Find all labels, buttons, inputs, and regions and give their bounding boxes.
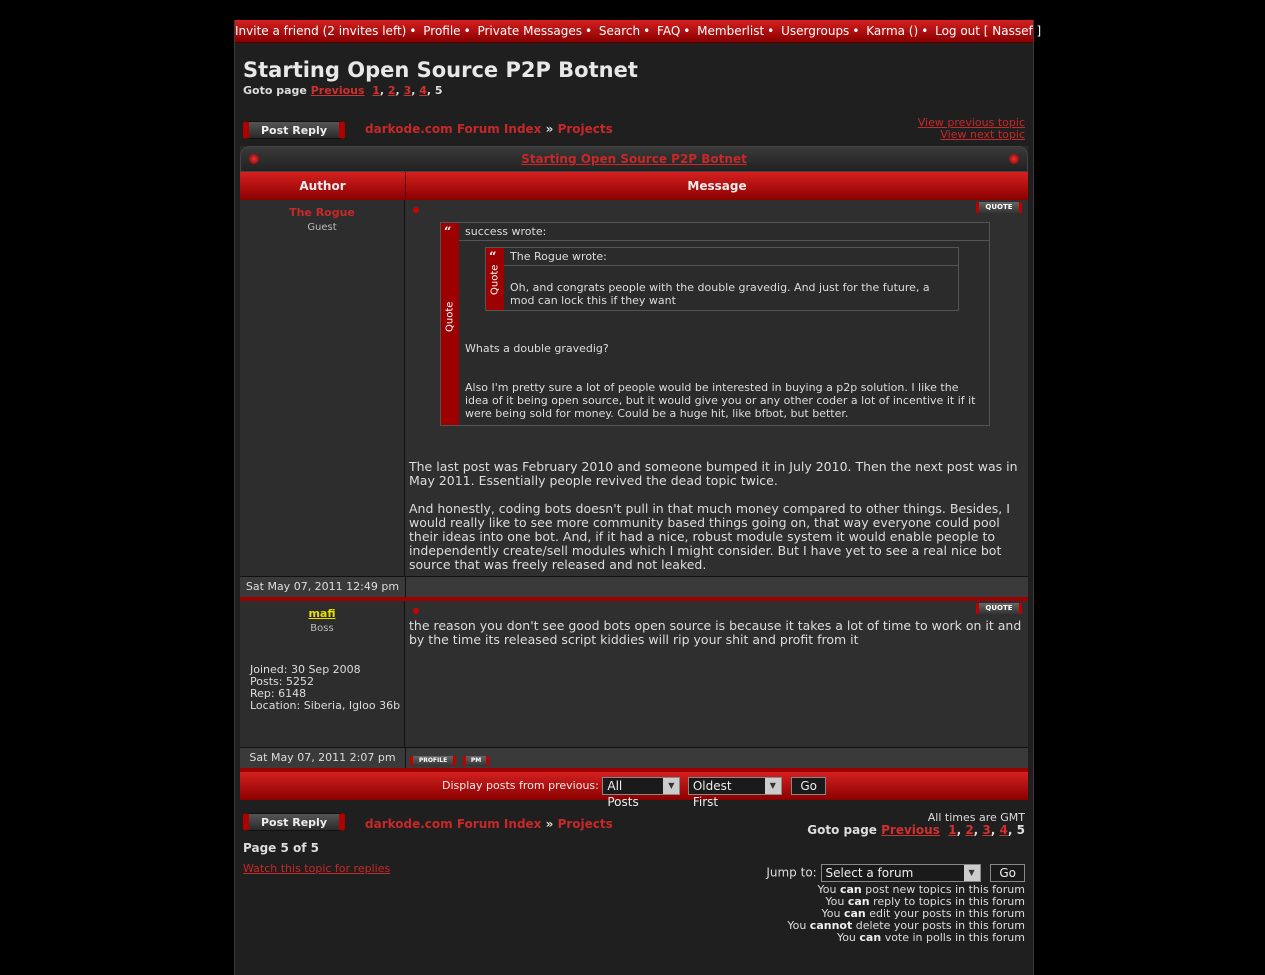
author-rank: Guest: [307, 222, 337, 233]
post-reply-button[interactable]: Post Reply: [243, 813, 345, 831]
nav-private-messages[interactable]: Private Messages: [477, 24, 582, 38]
breadcrumb-forum-index[interactable]: darkode.com Forum Index: [365, 122, 541, 136]
author-location: Location: Siberia, Igloo 36b: [250, 699, 401, 712]
post-reply-button[interactable]: Post Reply: [243, 121, 345, 139]
breadcrumb-forum-index[interactable]: darkode.com Forum Index: [365, 817, 541, 831]
red-orb-icon: [1009, 154, 1019, 164]
author-name[interactable]: The Rogue: [240, 206, 404, 219]
goto-page-2[interactable]: 2: [388, 84, 396, 97]
display-options-bar: Display posts from previous: All Posts ▼ …: [240, 772, 1028, 809]
nav-karma[interactable]: Karma (): [866, 24, 918, 38]
breadcrumb: darkode.com Forum Index » Projects: [365, 122, 613, 136]
author-column-header: Author: [240, 172, 406, 200]
message-column-header: Message: [687, 179, 747, 193]
current-page: 5: [434, 84, 443, 97]
post-date: Sat May 07, 2011 12:49 pm: [240, 577, 406, 597]
goto-page-4[interactable]: 4: [1000, 823, 1008, 837]
goto-previous-link[interactable]: Previous: [311, 84, 365, 97]
goto-page-1[interactable]: 1: [372, 84, 380, 97]
breadcrumb-projects[interactable]: Projects: [558, 817, 613, 831]
column-headers: Author Message: [240, 172, 1028, 200]
goto-page-1[interactable]: 1: [948, 823, 956, 837]
goto-page-2[interactable]: 2: [965, 823, 973, 837]
goto-page-4[interactable]: 4: [419, 84, 427, 97]
jump-go-button[interactable]: Go: [990, 864, 1025, 882]
quote-label: Quote: [489, 264, 501, 295]
chevron-down-icon: ▼: [663, 778, 680, 794]
watch-topic-link[interactable]: Watch this topic for replies: [243, 862, 390, 875]
topic-navigation: View previous topic View next topic: [918, 117, 1025, 141]
goto-page-bottom: Goto page Previous 1, 2, 3, 4, 5: [807, 823, 1025, 837]
goto-page-top: Goto page Previous 1, 2, 3, 4, 5: [243, 84, 443, 97]
post-icon: [413, 207, 419, 213]
jump-to-form: Jump to: Select a forum ▼ Go: [766, 864, 1025, 882]
page-title[interactable]: Starting Open Source P2P Botnet: [243, 58, 638, 82]
post-body-paragraph: And honestly, coding bots doesn't pull i…: [409, 501, 1010, 572]
nav-usergroups[interactable]: Usergroups: [781, 24, 849, 38]
quote-header: The Rogue wrote:: [504, 250, 958, 266]
post-body-paragraph: the reason you don't see good bots open …: [409, 618, 1022, 647]
post-message: QUOTE “ Quote success wrote: “ Quote The…: [405, 200, 1028, 576]
post-row: mafi Boss Joined: 30 Sep 2008 Posts: 525…: [240, 601, 1028, 748]
chevron-down-icon: ▼: [764, 778, 781, 794]
profile-button[interactable]: PROFILE: [410, 756, 456, 766]
outer-quote-block: “ Quote success wrote: “ Quote The Rogue…: [440, 222, 990, 426]
post-footer: Sat May 07, 2011 12:49 pm: [240, 577, 1028, 601]
display-label: Display posts from previous:: [442, 779, 599, 792]
goto-previous-link[interactable]: Previous: [881, 823, 940, 837]
nav-invite[interactable]: Invite a friend (2 invites left): [235, 24, 406, 38]
top-navigation: Invite a friend (2 invites left) • Profil…: [235, 20, 1041, 43]
post-row: The Rogue Guest QUOTE “ Quote success wr…: [240, 200, 1028, 577]
quote-button[interactable]: QUOTE: [976, 603, 1022, 614]
quote-label: Quote: [444, 301, 456, 332]
post-icon: [413, 608, 419, 614]
pm-button[interactable]: PM: [463, 756, 490, 766]
topic-title-link[interactable]: Starting Open Source P2P Botnet: [521, 152, 747, 166]
nav-logout[interactable]: Log out [ Nassef ]: [935, 24, 1041, 38]
chevron-down-icon: ▼: [963, 865, 980, 881]
post-message: QUOTE the reason you don't see good bots…: [405, 601, 1028, 747]
author-stats: Joined: 30 Sep 2008 Posts: 5252 Rep: 614…: [240, 664, 404, 712]
topic-table: Starting Open Source P2P Botnet Author M…: [240, 146, 1028, 809]
post-author: The Rogue Guest: [240, 200, 405, 576]
quote-text: Whats a double gravedig?: [465, 342, 609, 355]
jump-label: Jump to:: [766, 865, 817, 880]
breadcrumb-projects[interactable]: Projects: [558, 122, 613, 136]
topic-table-header: Starting Open Source P2P Botnet: [240, 146, 1028, 172]
quote-header: success wrote:: [459, 225, 989, 241]
nav-search[interactable]: Search: [599, 24, 640, 38]
quote-button[interactable]: QUOTE: [976, 202, 1022, 213]
quote-text: Also I'm pretty sure a lot of people wou…: [465, 381, 976, 420]
post-author: mafi Boss Joined: 30 Sep 2008 Posts: 525…: [240, 601, 405, 747]
page-container: Invite a friend (2 invites left) • Profil…: [234, 20, 1041, 975]
quote-mark-icon: “: [444, 225, 452, 240]
author-rank: Boss: [310, 623, 334, 634]
quote-text: Oh, and congrats people with the double …: [510, 281, 930, 307]
post-footer: Sat May 07, 2011 2:07 pm PROFILE PM: [240, 748, 1028, 772]
quote-mark-icon: “: [489, 250, 497, 265]
post-order-select[interactable]: Oldest First ▼: [687, 777, 782, 809]
author-name[interactable]: mafi: [240, 607, 404, 620]
nav-memberlist[interactable]: Memberlist: [697, 24, 764, 38]
inner-quote-block: “ Quote The Rogue wrote: Oh, and congrat…: [485, 247, 959, 311]
page-of-label: Page 5 of 5: [243, 841, 319, 855]
view-next-topic-link[interactable]: View next topic: [918, 129, 1025, 141]
goto-page-3[interactable]: 3: [404, 84, 412, 97]
post-date: Sat May 07, 2011 2:07 pm: [240, 748, 406, 768]
posts-days-select[interactable]: All Posts ▼: [602, 777, 681, 809]
post-body-paragraph: The last post was February 2010 and some…: [409, 459, 1018, 488]
nav-faq[interactable]: FAQ: [657, 24, 680, 38]
current-page: 5: [1016, 823, 1025, 837]
jump-forum-select[interactable]: Select a forum ▼: [820, 864, 981, 882]
breadcrumb: darkode.com Forum Index » Projects: [365, 817, 613, 831]
display-go-button[interactable]: Go: [791, 777, 826, 795]
red-orb-icon: [249, 154, 259, 164]
nav-profile[interactable]: Profile: [423, 24, 460, 38]
goto-page-3[interactable]: 3: [982, 823, 990, 837]
permission-line: You can vote in polls in this forum: [836, 931, 1025, 944]
forum-permissions: You can post new topics in this forum Yo…: [787, 884, 1025, 944]
